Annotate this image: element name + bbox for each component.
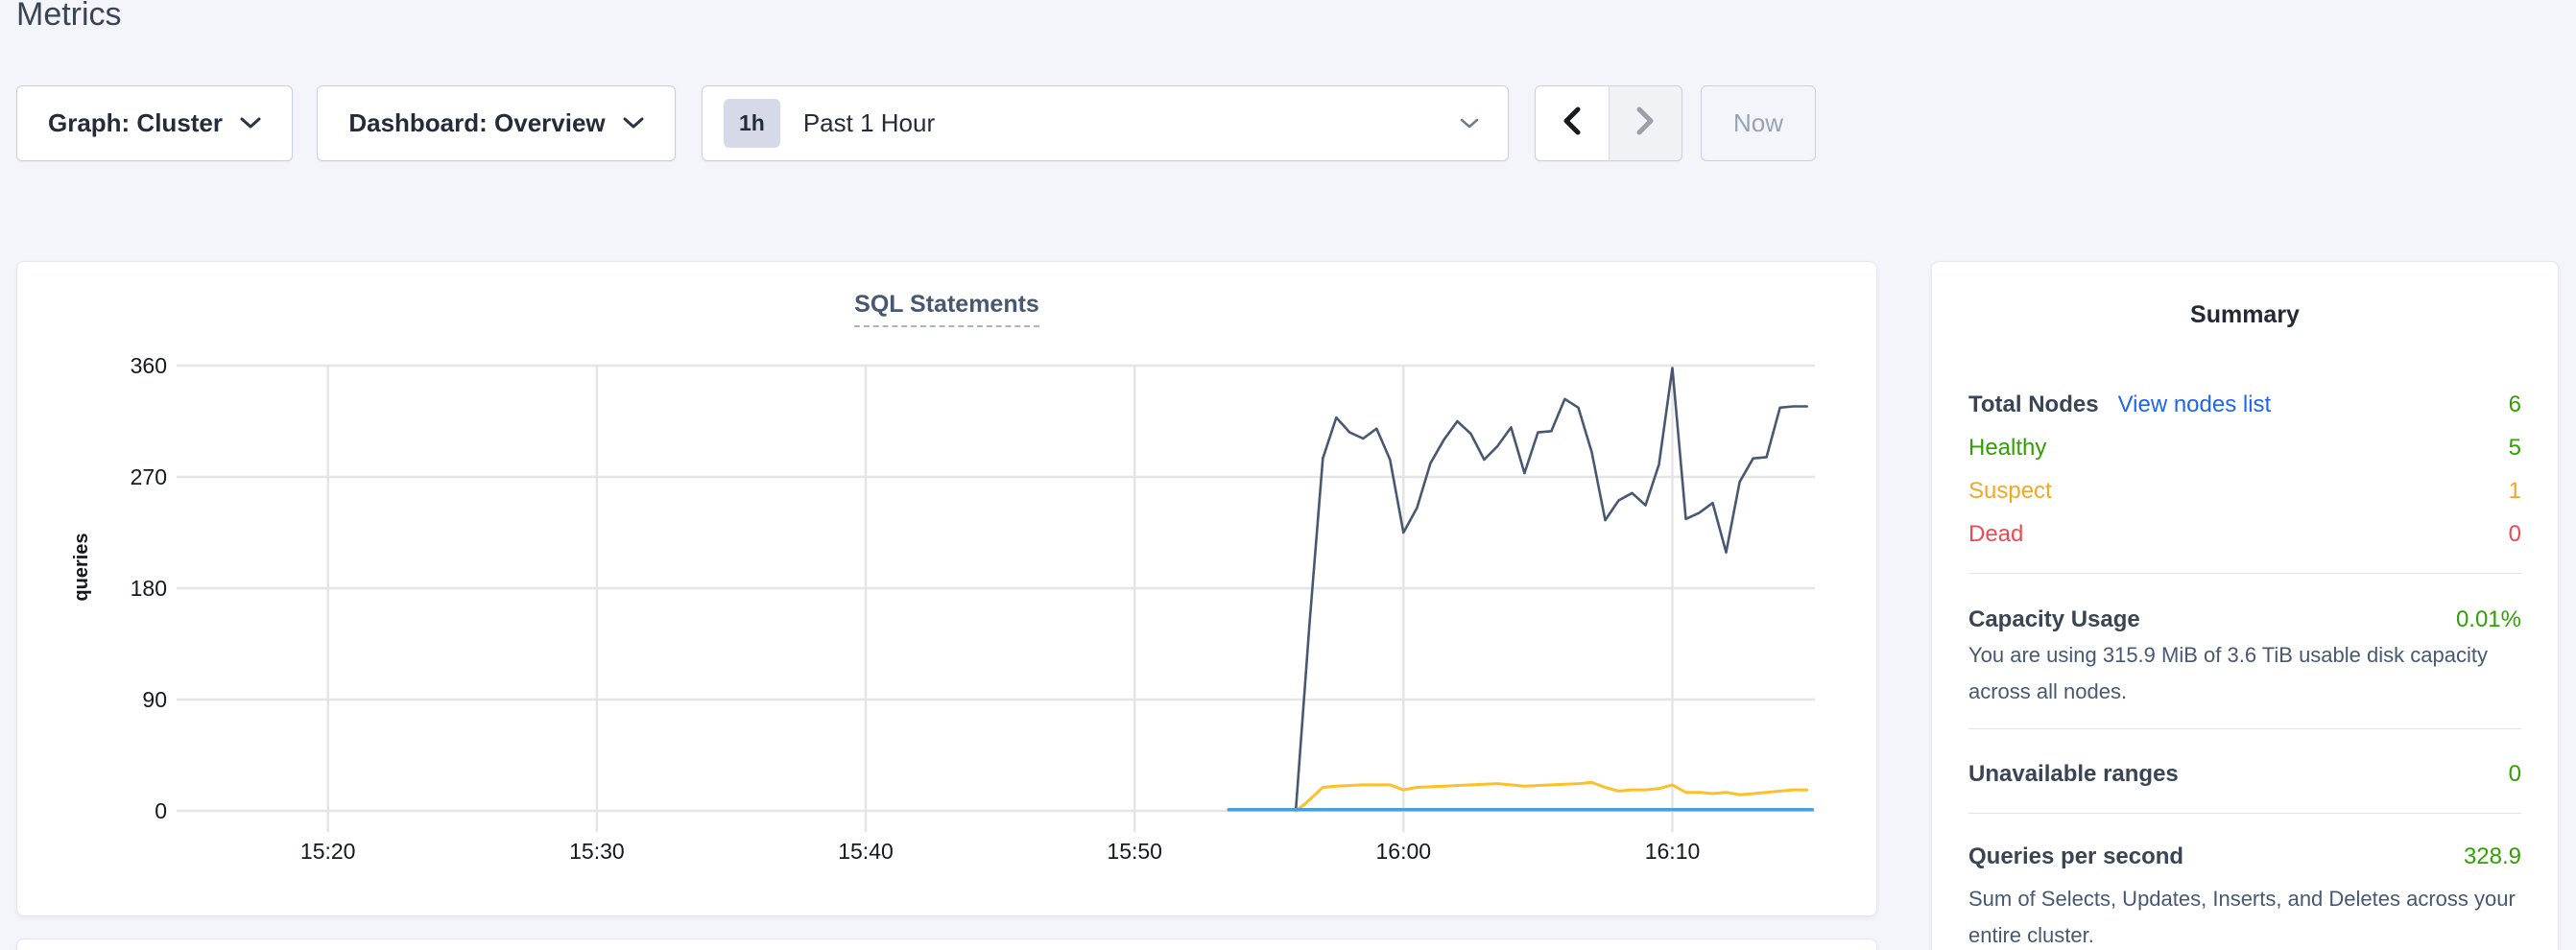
capacity-usage-label: Capacity Usage [1968, 606, 2140, 633]
capacity-usage-row: Capacity Usage 0.01% [1968, 598, 2521, 642]
total-nodes-row: Total Nodes View nodes list 6 [1968, 383, 2521, 427]
svg-text:15:20: 15:20 [300, 839, 356, 864]
svg-text:16:10: 16:10 [1645, 839, 1701, 864]
dead-value: 0 [2509, 521, 2521, 548]
svg-text:270: 270 [131, 464, 167, 489]
dashboard-dropdown[interactable]: Dashboard: Overview [317, 85, 676, 161]
summary-title: Summary [1932, 293, 2558, 337]
suspect-label: Suspect [1968, 478, 2052, 505]
capacity-usage-value: 0.01% [2456, 606, 2521, 633]
sql-statements-chart-panel: SQL Statements queries 09018027036015:20… [16, 261, 1877, 916]
queries-per-second-value: 328.9 [2464, 843, 2521, 870]
metrics-page: Metrics Graph: Cluster Dashboard: Overvi… [0, 0, 2576, 950]
unavailable-ranges-label: Unavailable ranges [1968, 761, 2179, 788]
chevron-down-icon [240, 117, 261, 130]
dead-label: Dead [1968, 521, 2023, 548]
graph-dropdown-label: Graph: Cluster [48, 108, 223, 138]
next-chart-panel [16, 938, 1877, 950]
chevron-down-icon [623, 117, 644, 130]
unavailable-ranges-row: Unavailable ranges 0 [1968, 752, 2521, 796]
healthy-nodes-row: Healthy 5 [1968, 426, 2521, 470]
summary-panel: Summary Total Nodes View nodes list 6 He… [1931, 261, 2559, 950]
chevron-down-icon [1460, 118, 1479, 130]
time-back-button[interactable] [1536, 86, 1609, 160]
page-title: Metrics [16, 0, 122, 34]
svg-text:16:00: 16:00 [1376, 839, 1432, 864]
svg-text:360: 360 [131, 353, 167, 378]
time-forward-button[interactable] [1609, 86, 1682, 160]
chevron-right-icon [1635, 107, 1655, 140]
now-button[interactable]: Now [1701, 85, 1816, 161]
dead-nodes-row: Dead 0 [1968, 512, 2521, 557]
chart-plot[interactable]: 0 90 180 270 360 15:20 15:30 15:40 15:50 16:00 16:… [17, 262, 1878, 917]
queries-per-second-row: Queries per second 328.9 [1968, 835, 2521, 879]
unavailable-ranges-value: 0 [2509, 761, 2521, 788]
time-range-badge: 1h [724, 99, 780, 148]
queries-per-second-label: Queries per second [1968, 843, 2183, 870]
total-nodes-label: Total Nodes [1968, 392, 2099, 418]
view-nodes-link[interactable]: View nodes list [2118, 392, 2272, 418]
healthy-value: 5 [2509, 435, 2521, 462]
svg-text:180: 180 [131, 576, 167, 601]
healthy-label: Healthy [1968, 435, 2046, 462]
svg-text:15:40: 15:40 [838, 839, 894, 864]
time-step-button-group [1535, 85, 1682, 161]
divider [1968, 573, 2521, 574]
svg-text:15:50: 15:50 [1107, 839, 1162, 864]
now-button-label: Now [1733, 108, 1783, 138]
divider [1968, 728, 2521, 729]
total-nodes-value: 6 [2509, 392, 2521, 418]
svg-text:90: 90 [142, 687, 167, 712]
time-range-label: Past 1 Hour [803, 108, 1460, 138]
dashboard-dropdown-label: Dashboard: Overview [348, 108, 605, 138]
svg-text:0: 0 [155, 798, 167, 823]
chevron-left-icon [1562, 107, 1582, 140]
time-range-selector[interactable]: 1h Past 1 Hour [702, 85, 1509, 161]
capacity-usage-description: You are using 315.9 MiB of 3.6 TiB usabl… [1968, 637, 2525, 710]
suspect-nodes-row: Suspect 1 [1968, 469, 2521, 513]
svg-text:15:30: 15:30 [569, 839, 625, 864]
graph-dropdown[interactable]: Graph: Cluster [16, 85, 293, 161]
suspect-value: 1 [2509, 478, 2521, 505]
queries-per-second-description: Sum of Selects, Updates, Inserts, and De… [1968, 881, 2525, 950]
divider [1968, 813, 2521, 814]
